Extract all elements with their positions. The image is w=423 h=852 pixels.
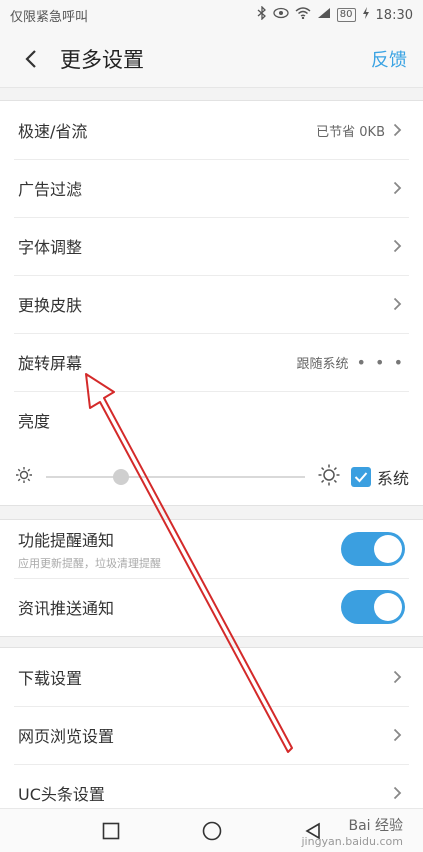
charging-icon: [362, 7, 370, 23]
setting-row-web-browsing[interactable]: 网页浏览设置: [0, 706, 423, 764]
circle-icon: [202, 821, 221, 840]
setting-label: 资讯推送通知: [18, 599, 115, 618]
setting-label: 更换皮肤: [18, 296, 83, 315]
brightness-track: [46, 476, 305, 478]
setting-row-ad-filter[interactable]: 广告过滤: [0, 159, 423, 217]
news-push-toggle[interactable]: [341, 590, 405, 624]
brightness-header: 亮度: [0, 391, 423, 449]
setting-label: 旋转屏幕: [18, 354, 83, 373]
setting-label: 广告过滤: [18, 180, 83, 199]
settings-section-general: 极速/省流 已节省 0KB 广告过滤 字体调整 更换皮肤 旋转屏幕 跟随系统 •…: [0, 100, 423, 506]
app-header: 更多设置 反馈: [0, 30, 423, 88]
back-button[interactable]: [16, 44, 46, 74]
brightness-slider-row: 系统: [0, 449, 423, 505]
setting-label: 极速/省流: [18, 122, 88, 141]
carrier-text: 仅限紧急呼叫: [10, 9, 89, 25]
toggle-knob: [374, 593, 402, 621]
chevron-right-icon: [393, 785, 405, 801]
watermark-url: jingyan.baidu.com: [301, 835, 403, 848]
chevron-right-icon: [393, 669, 405, 685]
setting-value: 跟随系统: [296, 356, 349, 372]
setting-row-skin[interactable]: 更换皮肤: [0, 275, 423, 333]
setting-row-news-push[interactable]: 资讯推送通知: [0, 578, 423, 636]
chevron-right-icon: [393, 238, 405, 254]
eye-icon: [273, 7, 289, 23]
setting-sublabel: 应用更新提醒，垃圾清理提醒: [18, 557, 161, 570]
status-icons: 80 18:30: [257, 5, 413, 24]
battery-indicator: 80: [336, 8, 356, 22]
setting-row-font-size[interactable]: 字体调整: [0, 217, 423, 275]
setting-row-download[interactable]: 下载设置: [0, 648, 423, 706]
recents-button[interactable]: [91, 811, 131, 851]
signal-icon: [317, 7, 331, 23]
settings-section-advanced: 下载设置 网页浏览设置 UC头条设置: [0, 647, 423, 822]
brightness-thumb[interactable]: [113, 469, 130, 485]
page-title: 更多设置: [60, 47, 144, 72]
bluetooth-icon: [257, 5, 267, 24]
clock-text: 18:30: [375, 7, 413, 23]
chevron-right-icon: [393, 180, 405, 196]
feature-notify-toggle[interactable]: [341, 532, 405, 566]
brightness-high-icon: [317, 463, 341, 491]
setting-label: UC头条设置: [18, 785, 105, 804]
status-bar: 仅限紧急呼叫 80 18:30: [0, 0, 423, 30]
chevron-right-icon: [393, 727, 405, 743]
wifi-icon: [295, 7, 311, 23]
watermark: Bai 经验 jingyan.baidu.com: [301, 815, 403, 848]
setting-label: 功能提醒通知: [18, 531, 115, 550]
square-icon: [102, 822, 119, 839]
setting-row-feature-notify[interactable]: 功能提醒通知 应用更新提醒，垃圾清理提醒: [0, 520, 423, 578]
brightness-label: 亮度: [18, 412, 51, 431]
setting-label: 下载设置: [18, 669, 83, 688]
brightness-slider[interactable]: [46, 467, 305, 487]
setting-label: 字体调整: [18, 238, 83, 257]
feedback-button[interactable]: 反馈: [371, 46, 407, 72]
chevron-left-icon: [25, 49, 36, 68]
checkmark-icon: [354, 472, 368, 483]
settings-section-notifications: 功能提醒通知 应用更新提醒，垃圾清理提醒 资讯推送通知: [0, 519, 423, 637]
home-button[interactable]: [192, 811, 232, 851]
setting-value: 已节省 0KB: [316, 124, 385, 140]
system-brightness-checkbox[interactable]: [350, 467, 371, 487]
toggle-knob: [374, 535, 402, 563]
setting-text: 功能提醒通知 应用更新提醒，垃圾清理提醒: [18, 527, 341, 571]
watermark-brand: Bai 经验: [348, 818, 403, 834]
setting-row-rotate-screen[interactable]: 旋转屏幕 跟随系统 • • •: [0, 333, 423, 391]
chevron-right-icon: [393, 296, 405, 312]
brightness-low-icon: [14, 465, 34, 489]
more-dots-icon[interactable]: • • •: [357, 353, 405, 372]
setting-row-speed-mode[interactable]: 极速/省流 已节省 0KB: [0, 101, 423, 159]
system-brightness-label: 系统: [376, 469, 409, 488]
chevron-right-icon: [393, 122, 405, 138]
setting-label: 网页浏览设置: [18, 727, 115, 746]
